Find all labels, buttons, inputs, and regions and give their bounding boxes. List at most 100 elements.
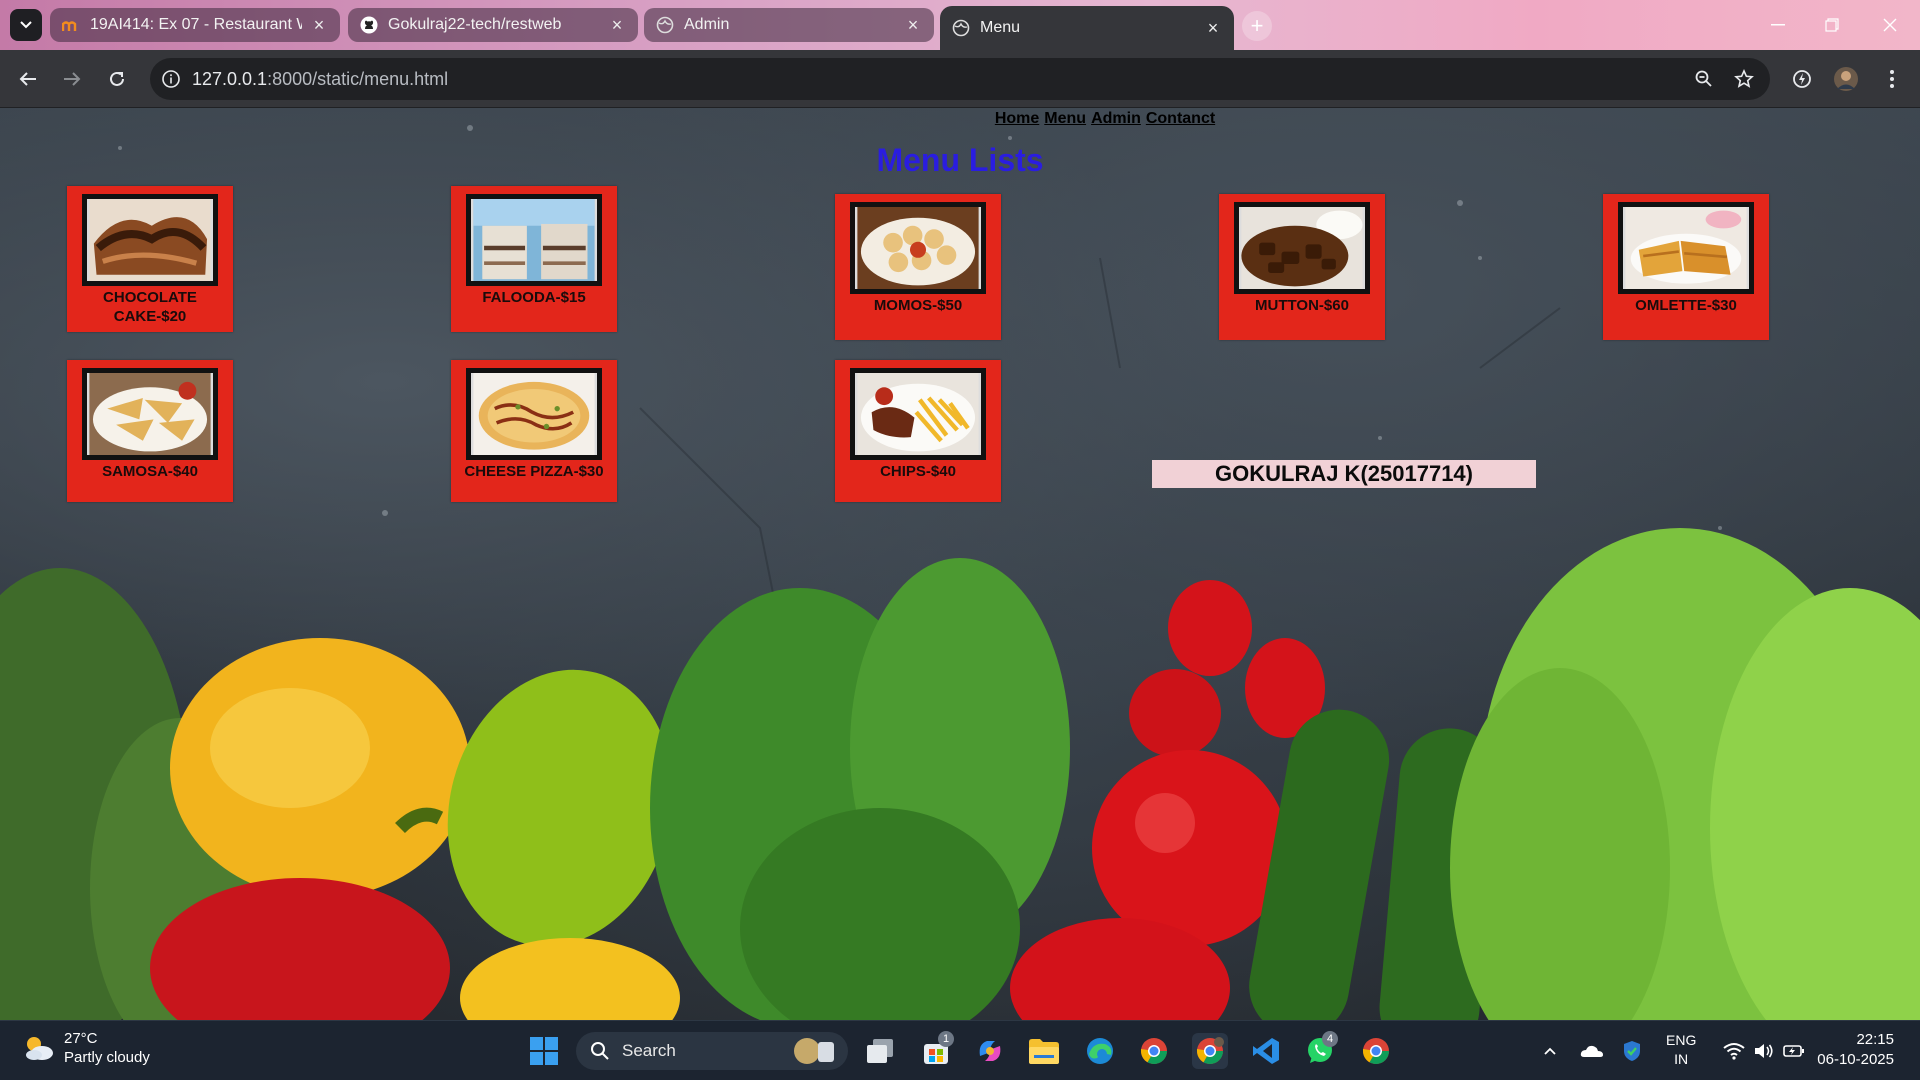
reload-icon xyxy=(110,71,124,86)
top-navigation: Home Menu Admin Contanct xyxy=(0,108,1920,130)
tab-exercise[interactable]: 19AI414: Ex 07 - Restaurant We × xyxy=(50,8,340,42)
menu-item-card[interactable]: CHEESE PIZZA-$30 xyxy=(451,360,617,502)
folder-icon xyxy=(1029,1039,1059,1064)
show-hidden-icons-button[interactable] xyxy=(1536,1033,1564,1069)
partly-cloudy-icon xyxy=(26,1037,53,1060)
arrow-left-icon xyxy=(19,72,36,86)
student-name-label: GOKULRAJ K(25017714) xyxy=(1152,460,1536,488)
food-photo-chocolate-cake xyxy=(82,194,218,286)
browser-title-bar: 19AI414: Ex 07 - Restaurant We × Gokulra… xyxy=(0,0,1920,50)
vscode-icon xyxy=(1253,1038,1279,1064)
food-photo-cheese-pizza xyxy=(466,368,602,460)
globe-icon xyxy=(656,16,674,34)
task-view-button[interactable] xyxy=(862,1033,898,1069)
menu-item-card[interactable]: OMLETTE-$30 xyxy=(1603,194,1769,340)
extensions-button[interactable] xyxy=(1786,63,1818,95)
menu-item-caption: MUTTON-$60 xyxy=(1255,297,1349,314)
menu-item-card[interactable]: MUTTON-$60 xyxy=(1219,194,1385,340)
chrome-icon xyxy=(1196,1037,1224,1065)
quick-settings-button[interactable] xyxy=(1712,1033,1816,1069)
start-button[interactable] xyxy=(526,1033,562,1069)
nav-link-contact[interactable]: Contanct xyxy=(1146,110,1215,130)
weather-temperature: 27°C xyxy=(64,1030,98,1047)
zoom-icon[interactable] xyxy=(1686,58,1722,100)
nav-link-admin[interactable]: Admin xyxy=(1091,110,1141,130)
microsoft-store-button[interactable]: 1 xyxy=(918,1031,954,1069)
chrome-secondary-button[interactable] xyxy=(1358,1033,1394,1069)
restore-button[interactable] xyxy=(1812,10,1852,40)
taskbar-search[interactable]: Search xyxy=(576,1032,848,1070)
menu-item-card[interactable]: SAMOSA-$40 xyxy=(67,360,233,502)
volume-icon xyxy=(1755,1044,1773,1058)
search-icon xyxy=(591,1042,609,1060)
restore-icon xyxy=(1825,18,1839,32)
new-tab-button[interactable]: + xyxy=(1242,11,1272,41)
tab-label: Menu xyxy=(980,19,1021,36)
close-icon[interactable]: × xyxy=(608,15,626,35)
globe-icon xyxy=(952,19,970,37)
tab-search-button[interactable] xyxy=(10,9,42,41)
minimize-button[interactable] xyxy=(1758,10,1798,40)
menu-item-card[interactable]: CHIPS-$40 xyxy=(835,360,1001,502)
site-info-icon[interactable] xyxy=(150,58,192,100)
close-icon[interactable]: × xyxy=(904,15,922,35)
back-button[interactable] xyxy=(12,63,44,95)
avatar-icon xyxy=(1834,67,1858,91)
language-indicator[interactable]: ENG IN xyxy=(1666,1031,1696,1069)
system-clock[interactable]: 22:15 06-10-2025 xyxy=(1817,1030,1894,1070)
notification-badge: 4 xyxy=(1322,1031,1338,1047)
tab-github[interactable]: Gokulraj22-tech/restweb × xyxy=(348,8,638,42)
minimize-icon xyxy=(1771,24,1785,26)
windows-logo-icon xyxy=(530,1037,558,1065)
tab-label: 19AI414: Ex 07 - Restaurant We xyxy=(90,16,302,33)
menu-item-caption: FALOODA-$15 xyxy=(482,289,586,306)
menu-item-card[interactable]: FALOODA-$15 xyxy=(451,186,617,332)
copilot-button[interactable] xyxy=(972,1033,1008,1069)
edge-browser-button[interactable] xyxy=(1082,1033,1118,1069)
tab-label: Gokulraj22-tech/restweb xyxy=(388,16,562,33)
food-photo-falooda xyxy=(466,194,602,286)
chrome-button[interactable] xyxy=(1136,1033,1172,1069)
file-explorer-button[interactable] xyxy=(1026,1033,1062,1069)
onedrive-icon[interactable] xyxy=(1576,1033,1608,1069)
tab-admin[interactable]: Admin × xyxy=(644,8,934,42)
performance-icon xyxy=(1793,70,1811,88)
chrome-icon xyxy=(1140,1038,1168,1065)
menu-item-card[interactable]: CHOCOLATE CAKE-$20 xyxy=(67,186,233,332)
chevron-up-icon xyxy=(1544,1047,1556,1055)
clock-time: 22:15 xyxy=(1856,1031,1894,1048)
vscode-button[interactable] xyxy=(1248,1033,1284,1069)
battery-icon xyxy=(1783,1045,1804,1057)
chrome-profile-button[interactable] xyxy=(1192,1033,1228,1069)
wifi-icon xyxy=(1723,1043,1745,1060)
edge-icon xyxy=(1087,1038,1113,1064)
windows-taskbar: 27°C Partly cloudy Search 1 4 ENG IN 22:… xyxy=(0,1020,1920,1080)
close-icon[interactable]: × xyxy=(310,15,328,35)
nav-link-menu[interactable]: Menu xyxy=(1044,110,1086,130)
close-window-button[interactable] xyxy=(1870,10,1910,40)
close-icon xyxy=(1883,18,1897,32)
address-bar[interactable]: 127.0.0.1:8000/static/menu.html xyxy=(150,58,1770,100)
menu-item-caption: CHIPS-$40 xyxy=(880,463,956,480)
forward-button[interactable] xyxy=(56,63,88,95)
security-shield-icon[interactable] xyxy=(1616,1033,1648,1069)
page-viewport: Home Menu Admin Contanct Menu Lists CHOC… xyxy=(0,108,1920,1020)
tab-menu[interactable]: Menu × xyxy=(940,6,1234,50)
whatsapp-button[interactable]: 4 xyxy=(1302,1031,1338,1069)
page-title: Menu Lists xyxy=(876,142,1044,178)
weather-widget[interactable]: 27°C Partly cloudy xyxy=(22,1029,150,1067)
menu-item-card[interactable]: MOMOS-$50 xyxy=(835,194,1001,340)
search-placeholder: Search xyxy=(622,1041,676,1060)
profile-avatar[interactable] xyxy=(1830,63,1862,95)
search-highlight-icon xyxy=(794,1038,834,1064)
reload-button[interactable] xyxy=(101,63,133,95)
menu-item-caption: SAMOSA-$40 xyxy=(102,463,198,480)
bookmark-star-icon[interactable] xyxy=(1726,58,1762,100)
nav-link-home[interactable]: Home xyxy=(995,110,1039,130)
browser-toolbar: 127.0.0.1:8000/static/menu.html xyxy=(0,50,1920,108)
menu-button[interactable] xyxy=(1876,63,1908,95)
menu-item-caption: MOMOS-$50 xyxy=(873,297,963,314)
arrow-right-icon xyxy=(64,72,81,86)
close-icon[interactable]: × xyxy=(1204,18,1222,38)
tab-label: Admin xyxy=(684,16,730,33)
